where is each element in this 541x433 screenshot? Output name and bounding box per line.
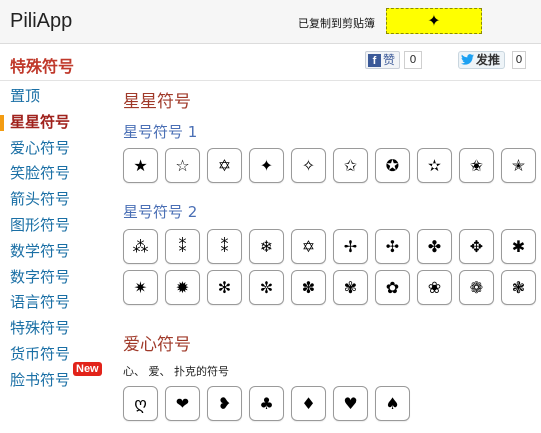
group-title-stars-2: 星号符号 2 [123, 203, 198, 221]
symbol-button[interactable]: ♣ [249, 386, 284, 421]
facebook-icon: f [368, 53, 381, 67]
symbol-button[interactable]: ♦ [291, 386, 326, 421]
group-title-stars-1: 星号符号 1 [123, 123, 198, 141]
page-title: 特殊符号 [10, 57, 75, 76]
symbol-button[interactable]: ☆ [165, 148, 200, 183]
symbol-button[interactable]: ✭ [501, 148, 536, 183]
section-title-stars: 星星符号 [123, 92, 191, 112]
sidebar-item-arrow-symbols[interactable]: 箭头符号 [0, 187, 110, 213]
sidebar-item-special-symbols[interactable]: 特殊符号 [0, 316, 110, 342]
symbol-button[interactable]: ♥ [333, 386, 368, 421]
symbol-button[interactable]: ❃ [501, 270, 536, 305]
symbol-button[interactable]: ⁑ [207, 229, 242, 264]
symbol-button[interactable]: ✽ [291, 270, 326, 305]
symbol-button[interactable]: ❄ [249, 229, 284, 264]
facebook-like-count: 0 [404, 51, 422, 69]
top-bar: PiliApp 已复制到剪贴簿 ✦ [0, 0, 541, 44]
symbol-button[interactable]: ⁂ [123, 229, 158, 264]
symbol-button[interactable]: ✧ [291, 148, 326, 183]
section-description-hearts: 心、 爱、 扑克的符号 [123, 365, 229, 378]
symbol-button[interactable]: ❀ [417, 270, 452, 305]
sidebar-item-label: 脸书符号 [10, 370, 71, 389]
tweet-button[interactable]: 发推 [458, 51, 506, 69]
twitter-bird-icon [461, 54, 474, 66]
new-badge: New [73, 361, 102, 376]
symbol-button[interactable]: ♠ [375, 386, 410, 421]
symbol-button[interactable]: ✦ [249, 148, 284, 183]
symbol-button[interactable]: ⁑ [165, 229, 200, 264]
symbol-button[interactable]: ✻ [207, 270, 242, 305]
symbol-button[interactable]: ✣ [375, 229, 410, 264]
sidebar-item-number-symbols[interactable]: 数字符号 [0, 265, 110, 291]
page-header: 特殊符号 f 赞 0 发推 0 [0, 45, 541, 81]
sidebar-item-top[interactable]: 置顶 [0, 84, 110, 110]
symbol-button[interactable]: ✪ [375, 148, 410, 183]
symbol-button[interactable]: ✫ [417, 148, 452, 183]
sidebar-item-language-symbols[interactable]: 语言符号 [0, 290, 110, 316]
symbol-button[interactable]: ღ [123, 386, 158, 421]
copied-status-label: 已复制到剪贴簿 [298, 17, 375, 30]
symbol-button[interactable]: ✡ [291, 229, 326, 264]
sidebar-item-shape-symbols[interactable]: 图形符号 [0, 213, 110, 239]
symbol-button[interactable]: ✼ [249, 270, 284, 305]
symbol-button[interactable]: ✤ [417, 229, 452, 264]
symbol-button[interactable]: ★ [123, 148, 158, 183]
sidebar-item-smiley-symbols[interactable]: 笑脸符号 [0, 161, 110, 187]
sidebar-item-heart-symbols[interactable]: 爱心符号 [0, 136, 110, 162]
section-title-hearts: 爱心符号 [123, 335, 191, 355]
symbol-button[interactable]: ✡ [207, 148, 242, 183]
symbol-button[interactable]: ✬ [459, 148, 494, 183]
symbol-button[interactable]: ✷ [123, 270, 158, 305]
symbol-button[interactable]: ✩ [333, 148, 368, 183]
sidebar-item-math-symbols[interactable]: 数学符号 [0, 239, 110, 265]
clipboard-preview[interactable]: ✦ [386, 8, 482, 34]
facebook-like-label: 赞 [383, 53, 396, 67]
facebook-like-button[interactable]: f 赞 [365, 51, 401, 69]
symbol-grid-stars-2: ⁂ ⁑ ⁑ ❄ ✡ ✢ ✣ ✤ ✥ ✱ ✷ ✹ ✻ ✼ ✽ ✾ ✿ ❀ ❁ ❃ [123, 229, 541, 311]
sidebar-item-facebook-symbols[interactable]: 脸书符号 New [0, 361, 110, 394]
category-sidebar: 置顶 星星符号 爱心符号 笑脸符号 箭头符号 图形符号 数学符号 数字符号 语言… [0, 84, 110, 394]
symbol-grid-stars-1: ★ ☆ ✡ ✦ ✧ ✩ ✪ ✫ ✬ ✭ [123, 148, 541, 189]
symbol-grid-hearts: ღ ❤ ❥ ♣ ♦ ♥ ♠ [123, 386, 541, 427]
symbol-button[interactable]: ✿ [375, 270, 410, 305]
symbol-button[interactable]: ✾ [333, 270, 368, 305]
symbol-button[interactable]: ✹ [165, 270, 200, 305]
symbol-button[interactable]: ✥ [459, 229, 494, 264]
symbol-button[interactable]: ✢ [333, 229, 368, 264]
sidebar-item-star-symbols[interactable]: 星星符号 [0, 110, 110, 136]
site-logo[interactable]: PiliApp [10, 10, 72, 33]
tweet-label: 发推 [476, 53, 501, 67]
tweet-count: 0 [512, 51, 526, 69]
symbol-button[interactable]: ✱ [501, 229, 536, 264]
symbol-button[interactable]: ❤ [165, 386, 200, 421]
symbol-button[interactable]: ❥ [207, 386, 242, 421]
symbol-button[interactable]: ❁ [459, 270, 494, 305]
